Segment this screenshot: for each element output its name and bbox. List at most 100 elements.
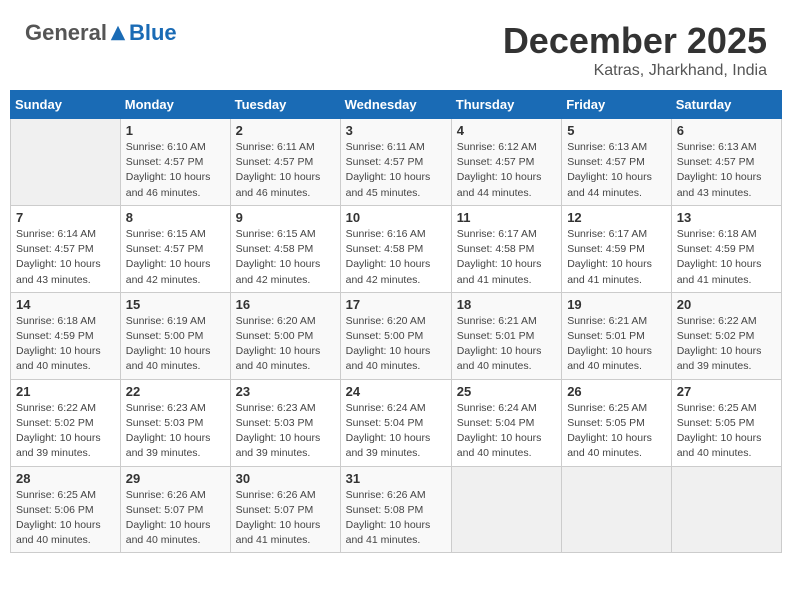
calendar-day-cell: 13 Sunrise: 6:18 AMSunset: 4:59 PMDayligh… — [671, 205, 781, 292]
day-number: 21 — [16, 384, 115, 399]
location: Katras, Jharkhand, India — [503, 62, 767, 80]
day-number: 25 — [457, 384, 556, 399]
calendar-day-cell: 5 Sunrise: 6:13 AMSunset: 4:57 PMDaylight… — [562, 119, 672, 206]
calendar-day-cell: 31 Sunrise: 6:26 AMSunset: 5:08 PMDayligh… — [340, 466, 451, 553]
day-info: Sunrise: 6:14 AMSunset: 4:57 PMDaylight:… — [16, 227, 115, 288]
day-info: Sunrise: 6:21 AMSunset: 5:01 PMDaylight:… — [567, 314, 666, 375]
weekday-header-cell: Monday — [120, 91, 230, 119]
weekday-header-cell: Tuesday — [230, 91, 340, 119]
page-header: General Blue December 2025 Katras, Jhark… — [10, 10, 782, 85]
day-info: Sunrise: 6:24 AMSunset: 5:04 PMDaylight:… — [346, 401, 446, 462]
calendar-day-cell: 26Sunrise: 6:25 AMSunset: 5:05 PMDayligh… — [562, 379, 672, 466]
title-area: December 2025 Katras, Jharkhand, India — [503, 20, 767, 80]
weekday-header-cell: Wednesday — [340, 91, 451, 119]
calendar-day-cell: 4 Sunrise: 6:12 AMSunset: 4:57 PMDaylight… — [451, 119, 561, 206]
day-number: 10 — [346, 210, 446, 225]
weekday-header-row: SundayMondayTuesdayWednesdayThursdayFrid… — [11, 91, 782, 119]
day-info: Sunrise: 6:17 AMSunset: 4:58 PMDaylight:… — [457, 227, 556, 288]
calendar-week-row: 1 Sunrise: 6:10 AMSunset: 4:57 PMDaylight… — [11, 119, 782, 206]
day-number: 13 — [677, 210, 776, 225]
day-info: Sunrise: 6:16 AMSunset: 4:58 PMDaylight:… — [346, 227, 446, 288]
calendar-week-row: 14 Sunrise: 6:18 AMSunset: 4:59 PMDayligh… — [11, 292, 782, 379]
day-info: Sunrise: 6:13 AMSunset: 4:57 PMDaylight:… — [677, 140, 776, 201]
calendar-day-cell: 3Sunrise: 6:11 AMSunset: 4:57 PMDaylight… — [340, 119, 451, 206]
calendar-day-cell: 19 Sunrise: 6:21 AMSunset: 5:01 PMDayligh… — [562, 292, 672, 379]
day-number: 29 — [126, 471, 225, 486]
day-info: Sunrise: 6:20 AMSunset: 5:00 PMDaylight:… — [346, 314, 446, 375]
day-info: Sunrise: 6:11 AMSunset: 4:57 PMDaylight:… — [236, 140, 335, 201]
day-number: 11 — [457, 210, 556, 225]
day-number: 9 — [236, 210, 335, 225]
day-info: Sunrise: 6:20 AMSunset: 5:00 PMDaylight:… — [236, 314, 335, 375]
day-info: Sunrise: 6:22 AMSunset: 5:02 PMDaylight:… — [677, 314, 776, 375]
day-number: 7 — [16, 210, 115, 225]
calendar-day-cell: 20 Sunrise: 6:22 AMSunset: 5:02 PMDayligh… — [671, 292, 781, 379]
day-number: 4 — [457, 123, 556, 138]
logo-general: General — [25, 20, 107, 46]
weekday-header-cell: Saturday — [671, 91, 781, 119]
calendar-day-cell: 29Sunrise: 6:26 AMSunset: 5:07 PMDayligh… — [120, 466, 230, 553]
day-number: 31 — [346, 471, 446, 486]
day-number: 15 — [126, 297, 225, 312]
day-number: 3 — [346, 123, 446, 138]
day-number: 1 — [126, 123, 225, 138]
day-info: Sunrise: 6:23 AMSunset: 5:03 PMDaylight:… — [236, 401, 335, 462]
calendar-day-cell: 1 Sunrise: 6:10 AMSunset: 4:57 PMDaylight… — [120, 119, 230, 206]
logo: General Blue — [25, 20, 177, 46]
calendar-day-cell: 28Sunrise: 6:25 AMSunset: 5:06 PMDayligh… — [11, 466, 121, 553]
day-info: Sunrise: 6:24 AMSunset: 5:04 PMDaylight:… — [457, 401, 556, 462]
day-info: Sunrise: 6:17 AMSunset: 4:59 PMDaylight:… — [567, 227, 666, 288]
day-info: Sunrise: 6:22 AMSunset: 5:02 PMDaylight:… — [16, 401, 115, 462]
calendar-day-cell: 2Sunrise: 6:11 AMSunset: 4:57 PMDaylight… — [230, 119, 340, 206]
calendar-day-cell: 7 Sunrise: 6:14 AMSunset: 4:57 PMDaylight… — [11, 205, 121, 292]
calendar-day-cell: 11 Sunrise: 6:17 AMSunset: 4:58 PMDayligh… — [451, 205, 561, 292]
calendar-day-cell: 16 Sunrise: 6:20 AMSunset: 5:00 PMDayligh… — [230, 292, 340, 379]
calendar-week-row: 7 Sunrise: 6:14 AMSunset: 4:57 PMDaylight… — [11, 205, 782, 292]
calendar-day-cell: 30Sunrise: 6:26 AMSunset: 5:07 PMDayligh… — [230, 466, 340, 553]
weekday-header-cell: Sunday — [11, 91, 121, 119]
weekday-header-cell: Friday — [562, 91, 672, 119]
day-number: 19 — [567, 297, 666, 312]
day-info: Sunrise: 6:18 AMSunset: 4:59 PMDaylight:… — [16, 314, 115, 375]
day-number: 28 — [16, 471, 115, 486]
calendar-day-cell: 17 Sunrise: 6:20 AMSunset: 5:00 PMDayligh… — [340, 292, 451, 379]
weekday-header-cell: Thursday — [451, 91, 561, 119]
calendar-day-cell: 9 Sunrise: 6:15 AMSunset: 4:58 PMDaylight… — [230, 205, 340, 292]
month-title: December 2025 — [503, 20, 767, 62]
calendar-week-row: 28Sunrise: 6:25 AMSunset: 5:06 PMDayligh… — [11, 466, 782, 553]
day-number: 14 — [16, 297, 115, 312]
calendar-day-cell — [11, 119, 121, 206]
day-number: 12 — [567, 210, 666, 225]
calendar-day-cell: 8Sunrise: 6:15 AMSunset: 4:57 PMDaylight… — [120, 205, 230, 292]
day-info: Sunrise: 6:15 AMSunset: 4:57 PMDaylight:… — [126, 227, 225, 288]
calendar-day-cell: 22Sunrise: 6:23 AMSunset: 5:03 PMDayligh… — [120, 379, 230, 466]
day-number: 6 — [677, 123, 776, 138]
calendar-day-cell: 21 Sunrise: 6:22 AMSunset: 5:02 PMDayligh… — [11, 379, 121, 466]
day-number: 20 — [677, 297, 776, 312]
calendar-week-row: 21 Sunrise: 6:22 AMSunset: 5:02 PMDayligh… — [11, 379, 782, 466]
calendar-day-cell: 25 Sunrise: 6:24 AMSunset: 5:04 PMDayligh… — [451, 379, 561, 466]
day-info: Sunrise: 6:13 AMSunset: 4:57 PMDaylight:… — [567, 140, 666, 201]
calendar-table: SundayMondayTuesdayWednesdayThursdayFrid… — [10, 90, 782, 553]
day-info: Sunrise: 6:12 AMSunset: 4:57 PMDaylight:… — [457, 140, 556, 201]
calendar-day-cell — [671, 466, 781, 553]
calendar-day-cell — [562, 466, 672, 553]
day-info: Sunrise: 6:26 AMSunset: 5:08 PMDaylight:… — [346, 488, 446, 549]
day-number: 18 — [457, 297, 556, 312]
day-info: Sunrise: 6:23 AMSunset: 5:03 PMDaylight:… — [126, 401, 225, 462]
day-number: 26 — [567, 384, 666, 399]
day-info: Sunrise: 6:18 AMSunset: 4:59 PMDaylight:… — [677, 227, 776, 288]
calendar-day-cell: 14 Sunrise: 6:18 AMSunset: 4:59 PMDayligh… — [11, 292, 121, 379]
calendar-day-cell: 12 Sunrise: 6:17 AMSunset: 4:59 PMDayligh… — [562, 205, 672, 292]
day-info: Sunrise: 6:26 AMSunset: 5:07 PMDaylight:… — [236, 488, 335, 549]
day-number: 24 — [346, 384, 446, 399]
day-info: Sunrise: 6:10 AMSunset: 4:57 PMDaylight:… — [126, 140, 225, 201]
day-number: 5 — [567, 123, 666, 138]
day-number: 23 — [236, 384, 335, 399]
calendar-body: 1 Sunrise: 6:10 AMSunset: 4:57 PMDaylight… — [11, 119, 782, 553]
day-number: 16 — [236, 297, 335, 312]
logo-icon — [109, 24, 127, 42]
day-info: Sunrise: 6:15 AMSunset: 4:58 PMDaylight:… — [236, 227, 335, 288]
calendar-day-cell: 6 Sunrise: 6:13 AMSunset: 4:57 PMDaylight… — [671, 119, 781, 206]
day-number: 17 — [346, 297, 446, 312]
